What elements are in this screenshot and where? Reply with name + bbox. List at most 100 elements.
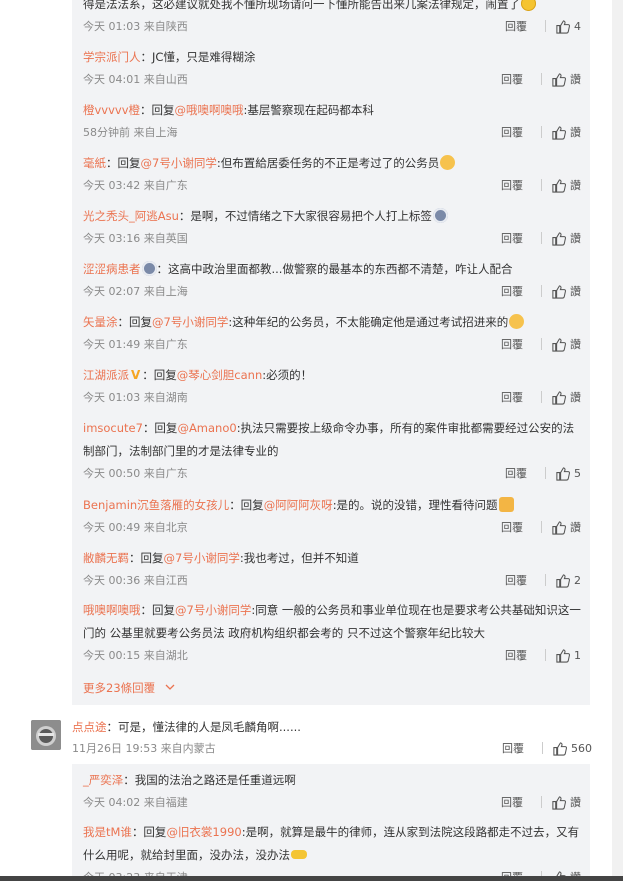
divider [545,20,546,32]
reply-meta: 今天 00:15 来自湖北 [83,649,188,662]
like-button[interactable]: 讚 [551,124,581,140]
reply-actions: 回覆 讚 [501,283,581,299]
mention-link[interactable]: @旧衣裳1990 [166,825,241,839]
mention-link[interactable]: @琴心剑胆cann [177,368,262,382]
like-button[interactable]: 讚 [551,71,581,87]
scrollbar[interactable] [612,0,623,881]
like-count: 讚 [570,232,581,245]
reply-actions: 回覆 讚 [501,519,581,535]
like-button[interactable]: 讚 [551,230,581,246]
sunglasses-emoji-icon [291,850,307,859]
divider [541,521,542,533]
like-button[interactable]: 讚 [551,519,581,535]
chevron-down-icon [165,684,175,690]
reply-button[interactable]: 回覆 [505,18,545,34]
reply-author[interactable]: Benjamin沉鱼落雁的女孩儿 [83,498,229,512]
reply-author[interactable]: 江湖派派 [83,368,129,382]
thumb-up-icon [556,573,570,588]
divider [545,467,546,479]
like-button[interactable]: 560 [552,741,592,756]
like-button[interactable]: 讚 [551,794,581,810]
reply-button[interactable]: 回覆 [501,230,541,246]
reply-button[interactable]: 回覆 [501,389,541,405]
reply-item: 学宗派门人：JC懂，只是难得糊涂 今天 04:01 来自山西 回覆 讚 [83,46,583,94]
thumb-up-icon [552,72,566,87]
like-count: 讚 [570,285,581,298]
like-button[interactable]: 4 [555,19,581,34]
reply-button[interactable]: 回覆 [505,572,545,588]
comment-author[interactable]: 点点途 [72,720,107,734]
reply-author[interactable]: 哦噢啊噢哦 [83,603,141,617]
reply-author[interactable]: 橙vvvvv橙 [83,103,140,117]
divider [541,179,542,191]
divider [541,796,542,808]
reply-author[interactable]: _严奕泽 [83,773,123,787]
like-button[interactable]: 讚 [551,283,581,299]
reply-item: 橙vvvvv橙：回复@哦噢啊噢哦:基层警察现在起码都本科 58分钟前 来自上海 … [83,99,583,147]
window-bottom-edge [0,876,623,881]
divider [545,649,546,661]
reply-actions: 回覆 4 [505,18,581,34]
reply-button[interactable]: 回覆 [501,794,541,810]
reply-actions: 回覆 讚 [501,71,581,87]
like-button[interactable]: 2 [555,573,581,588]
reply-button[interactable]: 回覆 [501,177,541,193]
reply-text: 矢量涂：回复@7号小谢同学:这种年纪的公务员，不太能确定他是通过考试招进来的 [83,311,583,334]
thumb-up-icon [556,648,570,663]
avatar[interactable] [31,720,61,750]
reply-button[interactable]: 回覆 [501,519,541,535]
like-button[interactable]: 讚 [551,336,581,352]
reply-author[interactable]: 敝麟无羁 [83,551,129,565]
mention-link[interactable]: @7号小谢同学 [141,156,217,170]
reply-author[interactable]: 涩涩病患者 [83,262,141,276]
like-count: 1 [574,648,581,662]
comment-item: 点点途：可是，懂法律的人是凤毛麟角啊...... 11月26日 19:53 来自… [72,716,592,764]
comment-meta: 11月26日 19:53 来自内蒙古 [72,742,216,755]
mention-link[interactable]: @阿阿阿灰呀 [264,498,333,512]
divider [545,574,546,586]
mention-link[interactable]: @7号小谢同学 [152,315,228,329]
reply-author[interactable]: 毫紙 [83,156,106,170]
reply-meta: 今天 01:03 来自湖南 [83,391,188,404]
reply-button[interactable]: 回覆 [501,336,541,352]
reply-meta: 58分钟前 来自上海 [83,126,178,139]
reply-author[interactable]: 学宗派门人 [83,50,141,64]
reply-text: 哦噢啊噢哦：回复@7号小谢同学:同意 一般的公务员和事业单位现在也是要求考公共基… [83,603,581,640]
reply-text: _严奕泽：我国的法治之路还是任重道远啊 [83,773,296,787]
reply-button[interactable]: 回覆 [502,740,542,756]
like-button[interactable]: 1 [555,648,581,663]
mention-link[interactable]: @哦噢啊噢哦 [175,103,244,117]
reply-author[interactable]: imsocute7 [83,421,143,435]
reply-text: 学宗派门人：JC懂，只是难得糊涂 [83,50,256,64]
mention-link[interactable]: @7号小谢同学 [175,603,251,617]
cat-emoji-icon [440,155,456,170]
reply-author[interactable]: 矢量涂 [83,315,118,329]
reply-meta: 今天 00:50 来自广东 [83,467,188,480]
reply-button[interactable]: 回覆 [501,283,541,299]
reply-item: Benjamin沉鱼落雁的女孩儿：回复@阿阿阿灰呀:是的。说的没错，理性看待问题… [83,494,583,542]
mention-link[interactable]: @7号小谢同学 [164,551,240,565]
like-count: 讚 [570,73,581,86]
like-button[interactable]: 讚 [551,389,581,405]
reply-button[interactable]: 回覆 [501,124,541,140]
comment-actions: 回覆 560 [502,740,592,756]
reply-meta: 今天 03:42 来自广东 [83,179,188,192]
like-count: 讚 [570,391,581,404]
more-replies-link[interactable]: 更多23條回覆 [83,680,175,696]
reply-text: 得是法法系，这必建议就处我不懂所现场请问一下懂所能告出来几案法律规定，闹置了 [83,0,583,16]
mention-link[interactable]: @Amano0 [177,421,236,435]
reply-actions: 回覆 讚 [501,336,581,352]
reply-button[interactable]: 回覆 [505,647,545,663]
reply-text: 江湖派派 V ：回复@琴心剑胆cann:必须的！ [83,364,583,387]
reply-button[interactable]: 回覆 [505,465,545,481]
like-button[interactable]: 5 [555,466,581,481]
reply-author[interactable]: 我是tM谁 [83,825,132,839]
like-button[interactable]: 讚 [551,177,581,193]
vip-badge-icon: V [131,368,141,382]
like-count: 讚 [570,521,581,534]
thumb-up-icon [552,337,566,352]
reply-button[interactable]: 回覆 [501,71,541,87]
like-count: 讚 [570,179,581,192]
reply-author[interactable]: 光之秃头_阿逃Asu [83,209,179,223]
thumbs-up-emoji-icon [498,497,514,512]
